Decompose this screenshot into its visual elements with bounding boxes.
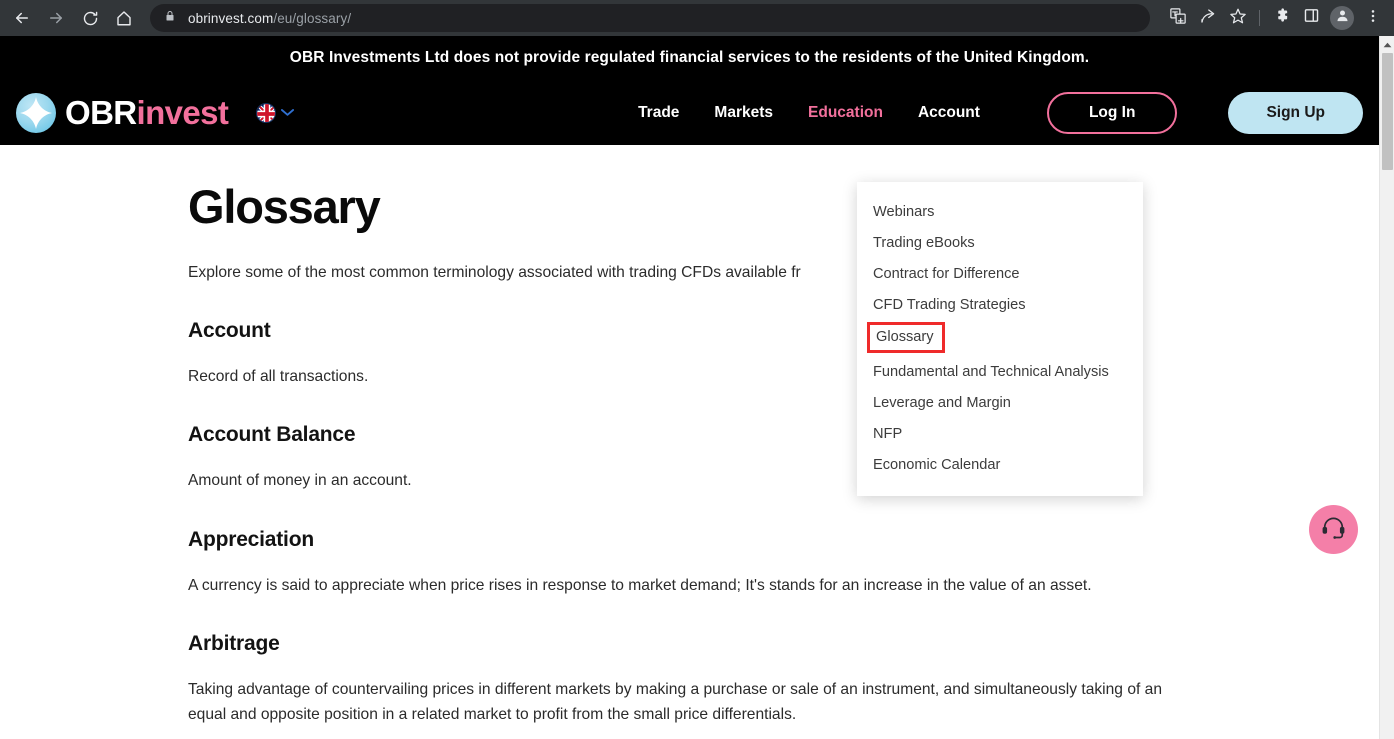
education-dropdown-menu: Webinars Trading eBooks Contract for Dif… [857, 182, 1143, 497]
reload-icon [82, 10, 99, 27]
nav-link-account[interactable]: Account [918, 104, 980, 122]
dropdown-item-nfp[interactable]: NFP [857, 418, 1143, 449]
term-heading-appreciation: Appreciation [188, 527, 314, 551]
profile-avatar-icon [1335, 8, 1350, 28]
chevron-down-icon [281, 104, 295, 122]
bookmark-button[interactable] [1223, 4, 1253, 32]
url-text: obrinvest.com/eu/glossary/ [188, 11, 351, 26]
lock-icon [164, 9, 176, 28]
dropdown-item-contract-for-difference[interactable]: Contract for Difference [857, 258, 1143, 289]
arrow-right-icon [47, 9, 65, 27]
toolbar-actions [1163, 4, 1394, 32]
arrow-left-icon [13, 9, 31, 27]
four-point-star-icon [16, 92, 56, 133]
forward-button[interactable] [42, 4, 70, 32]
dropdown-item-leverage-and-margin[interactable]: Leverage and Margin [857, 387, 1143, 418]
logo-text-secondary: invest [136, 94, 229, 131]
site-header: OBRinvest Trade Markets Education Accoun… [0, 80, 1379, 145]
extensions-puzzle-icon [1273, 7, 1290, 29]
scrollbar-up-arrow[interactable] [1380, 36, 1394, 51]
address-bar[interactable]: obrinvest.com/eu/glossary/ [150, 4, 1150, 32]
url-domain: obrinvest.com [188, 10, 274, 26]
home-button[interactable] [110, 4, 138, 32]
language-selector[interactable] [256, 102, 295, 123]
log-in-button[interactable]: Log In [1046, 91, 1178, 134]
chrome-menu-icon [1365, 8, 1381, 29]
term-heading-account: Account [188, 319, 271, 343]
share-icon [1199, 7, 1217, 30]
regulatory-banner: OBR Investments Ltd does not provide reg… [0, 36, 1379, 80]
extensions-button[interactable] [1266, 4, 1296, 32]
side-panel-button[interactable] [1296, 4, 1326, 32]
logo-text-primary: OBR [65, 94, 137, 131]
uk-flag-icon [256, 102, 277, 123]
site-logo[interactable]: OBRinvest [16, 92, 229, 133]
bookmark-star-icon [1229, 7, 1247, 30]
chrome-menu-button[interactable] [1358, 4, 1388, 32]
translate-button[interactable] [1163, 4, 1193, 32]
dropdown-item-economic-calendar[interactable]: Economic Calendar [857, 449, 1143, 480]
term-heading-account-balance: Account Balance [188, 423, 356, 447]
triangle-up-icon [1383, 35, 1392, 53]
term-definition-appreciation: A currency is said to appreciate when pr… [188, 576, 1092, 594]
dropdown-item-trading-ebooks[interactable]: Trading eBooks [857, 227, 1143, 258]
sign-up-button[interactable]: Sign Up [1228, 91, 1363, 134]
browser-toolbar: obrinvest.com/eu/glossary/ [0, 0, 1394, 36]
scrollbar-thumb[interactable] [1382, 53, 1393, 170]
toolbar-divider [1259, 10, 1260, 26]
dropdown-item-cfd-trading-strategies[interactable]: CFD Trading Strategies [857, 289, 1143, 320]
nav-link-education[interactable]: Education [808, 104, 883, 122]
support-chat-button[interactable] [1309, 505, 1358, 554]
main-navigation: Trade Markets Education Account Log In S… [638, 91, 1363, 134]
term-heading-arbitrage: Arbitrage [188, 631, 280, 655]
main-content: Glossary Explore some of the most common… [0, 145, 1379, 727]
headset-icon [1320, 514, 1347, 546]
dropdown-item-glossary[interactable]: Glossary [867, 322, 945, 354]
logo-wordmark: OBRinvest [65, 94, 229, 131]
translate-icon [1169, 7, 1187, 30]
dropdown-item-glossary-wrapper: Glossary [857, 320, 1143, 356]
page-viewport: OBR Investments Ltd does not provide reg… [0, 36, 1379, 739]
reload-button[interactable] [76, 4, 104, 32]
term-definition-arbitrage: Taking advantage of countervailing price… [188, 680, 1162, 724]
profile-avatar[interactable] [1330, 6, 1354, 30]
back-button[interactable] [8, 4, 36, 32]
page-scrollbar[interactable] [1379, 36, 1394, 739]
home-icon [115, 9, 133, 27]
url-path: /eu/glossary/ [273, 10, 352, 26]
nav-link-trade[interactable]: Trade [638, 104, 679, 122]
nav-link-markets[interactable]: Markets [714, 104, 773, 122]
page-title: Glossary [188, 180, 381, 233]
side-panel-icon [1303, 7, 1320, 29]
regulatory-banner-text: OBR Investments Ltd does not provide reg… [289, 49, 1090, 66]
dropdown-item-fundamental-and-technical-analysis[interactable]: Fundamental and Technical Analysis [857, 356, 1143, 387]
share-button[interactable] [1193, 4, 1223, 32]
dropdown-item-webinars[interactable]: Webinars [857, 196, 1143, 227]
